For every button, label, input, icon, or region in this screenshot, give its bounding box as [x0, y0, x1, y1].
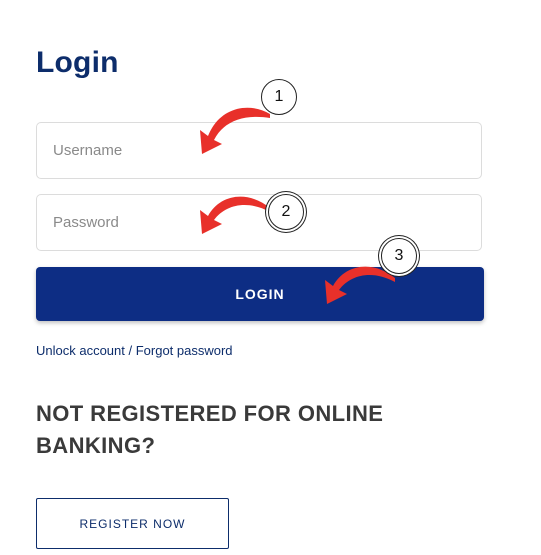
username-field[interactable] [36, 122, 482, 179]
login-page: Login LOGIN Unlock account / Forgot pass… [0, 0, 541, 555]
registration-heading: NOT REGISTERED FOR ONLINE BANKING? [36, 401, 384, 458]
forgot-password-link[interactable]: Unlock account / Forgot password [36, 343, 233, 358]
annotation-step-2: 2 [268, 194, 304, 230]
annotation-step-3: 3 [381, 238, 417, 274]
page-title: Login [36, 46, 119, 79]
username-input[interactable] [37, 123, 481, 178]
register-now-button[interactable]: REGISTER NOW [36, 498, 229, 549]
annotation-step-1: 1 [261, 79, 297, 115]
login-button[interactable]: LOGIN [36, 267, 484, 321]
password-field[interactable] [36, 194, 482, 251]
password-input[interactable] [37, 195, 481, 250]
